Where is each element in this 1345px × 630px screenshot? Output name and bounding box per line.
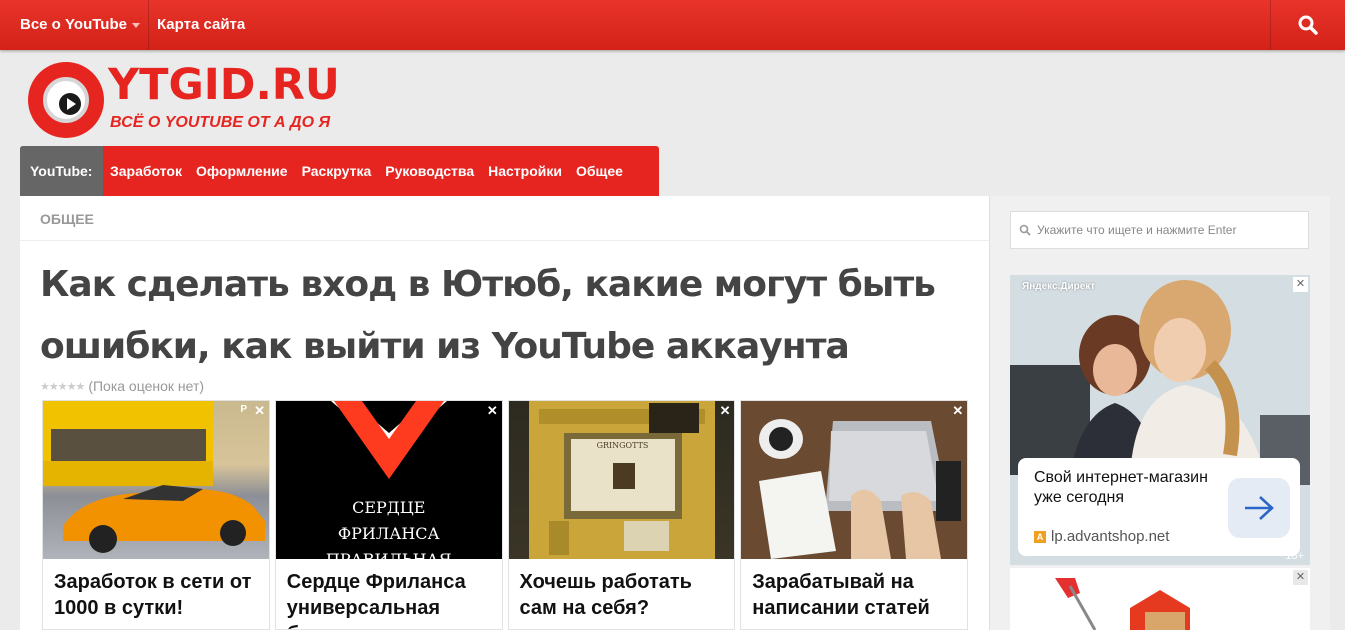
ad-url-text: lp.advantshop.net — [1051, 528, 1170, 545]
close-icon[interactable]: ✕ — [1293, 570, 1308, 585]
category-link-guides[interactable]: Руководства — [378, 146, 481, 196]
sidebar-search-input[interactable]: Укажите что ищете и нажмите Enter — [1010, 211, 1309, 249]
ad-card[interactable]: ✕ Зарабатывай на написании статей — [740, 400, 968, 630]
search-icon — [1298, 15, 1318, 35]
ad-card[interactable]: GRINGOTTS ✕ Хочешь работать сам на себя? — [507, 400, 736, 630]
topnav-item-label: Все о YouTube — [20, 16, 127, 33]
ad-image: ✕ — [741, 401, 968, 559]
close-icon[interactable]: ✕ — [1293, 277, 1308, 292]
ad-image-text: СЕРДЦЕ ФРИЛАНСА ПРАВИЛЬНАЯ БИРЖА — [326, 498, 452, 559]
age-rating: 18+ — [1285, 550, 1304, 562]
ad-image: GRINGOTTS ✕ — [508, 401, 735, 559]
ad-title: Зарабатывай на написании статей — [752, 571, 930, 619]
laptop-image — [741, 401, 968, 559]
logo-tagline: ВСЁ О YOUTUBE ОТ А ДО Я — [110, 114, 331, 131]
play-icon — [59, 93, 81, 115]
ad-image-text: GRINGOTTS — [596, 441, 649, 450]
divider — [20, 240, 989, 241]
ad-image — [1010, 568, 1310, 630]
close-icon[interactable]: ✕ — [254, 403, 265, 419]
top-bar: Все о YouTube Карта сайта — [0, 0, 1345, 50]
ad-image: СЕРДЦЕ ФРИЛАНСА ПРАВИЛЬНАЯ БИРЖА ✕ — [275, 401, 502, 559]
ad-url[interactable]: Alp.advantshop.net — [1034, 528, 1169, 545]
main-content: ОБЩЕЕ Как сделать вход в Ютюб, какие мог… — [20, 196, 989, 630]
close-icon[interactable]: ✕ — [487, 403, 498, 419]
rating-text: (Пока оценок нет) — [88, 378, 205, 394]
category-link-promotion[interactable]: Раскрутка — [295, 146, 379, 196]
rating: ★★★★★ (Пока оценок нет) — [40, 378, 204, 394]
category-link-earnings[interactable]: Заработок — [103, 146, 189, 196]
sidebar-ad[interactable]: Яндекс.Директ ✕ Свой интернет-магазин уж… — [1010, 275, 1310, 565]
logo-icon — [28, 62, 104, 138]
arrow-right-icon — [1245, 496, 1274, 520]
ad-title: Свой интернет-магазин уже сегодня — [1034, 469, 1208, 506]
topnav-item-sitemap[interactable]: Карта сайта — [147, 0, 265, 50]
ad-card[interactable]: Р ✕ Заработок в сети от 1000 в сутки! — [42, 400, 270, 630]
sidebar: Укажите что ищете и нажмите Enter Яндекс… — [989, 196, 1330, 630]
ad-title: Сердце Фриланса универсальная биржа — [286, 571, 466, 629]
category-nav-label: YouTube: — [20, 146, 103, 196]
rating-stars[interactable]: ★★★★★ — [40, 380, 85, 393]
category-link-general[interactable]: Общее — [569, 146, 630, 196]
category-link-design[interactable]: Оформление — [189, 146, 295, 196]
ad-badge: Р — [240, 404, 247, 415]
page-title: Как сделать вход в Ютюб, какие могут быт… — [40, 264, 936, 367]
ad-panel[interactable]: Свой интернет-магазин уже сегодня Alp.ad… — [1018, 458, 1300, 556]
site-logo[interactable]: YTGID.RU ВСЁ О YOUTUBE ОТ А ДО Я — [28, 60, 358, 140]
search-button[interactable] — [1270, 0, 1345, 50]
logo-title: YTGID.RU — [108, 60, 340, 110]
close-icon[interactable]: ✕ — [952, 403, 963, 419]
ad-go-button[interactable] — [1228, 478, 1290, 538]
close-icon[interactable]: ✕ — [720, 403, 731, 419]
chevron-down-icon — [131, 22, 140, 28]
car-image — [43, 401, 265, 553]
ad-cards: Р ✕ Заработок в сети от 1000 в сутки! СЕ… — [42, 400, 968, 630]
search-placeholder: Укажите что ищете и нажмите Enter — [1037, 223, 1237, 237]
search-icon — [1019, 224, 1031, 236]
category-link-settings[interactable]: Настройки — [481, 146, 569, 196]
ad-network-label: Яндекс.Директ — [1022, 281, 1096, 292]
category-nav: YouTube: Заработок Оформление Раскрутка … — [20, 146, 659, 196]
breadcrumb-category[interactable]: ОБЩЕЕ — [40, 211, 94, 227]
ad-image: Р ✕ — [43, 401, 269, 559]
favicon-icon: A — [1034, 530, 1046, 543]
topnav-item-about-youtube[interactable]: Все о YouTube — [0, 0, 148, 50]
sidebar-ad-2[interactable]: ✕ — [1010, 568, 1310, 630]
ad-card[interactable]: СЕРДЦЕ ФРИЛАНСА ПРАВИЛЬНАЯ БИРЖА ✕ Сердц… — [274, 400, 503, 630]
top-nav: Все о YouTube Карта сайта — [0, 0, 1345, 50]
ad-title: Хочешь работать сам на себя? — [519, 571, 692, 619]
atm-image — [528, 401, 715, 559]
ad-title: Заработок в сети от 1000 в сутки! — [54, 571, 252, 619]
